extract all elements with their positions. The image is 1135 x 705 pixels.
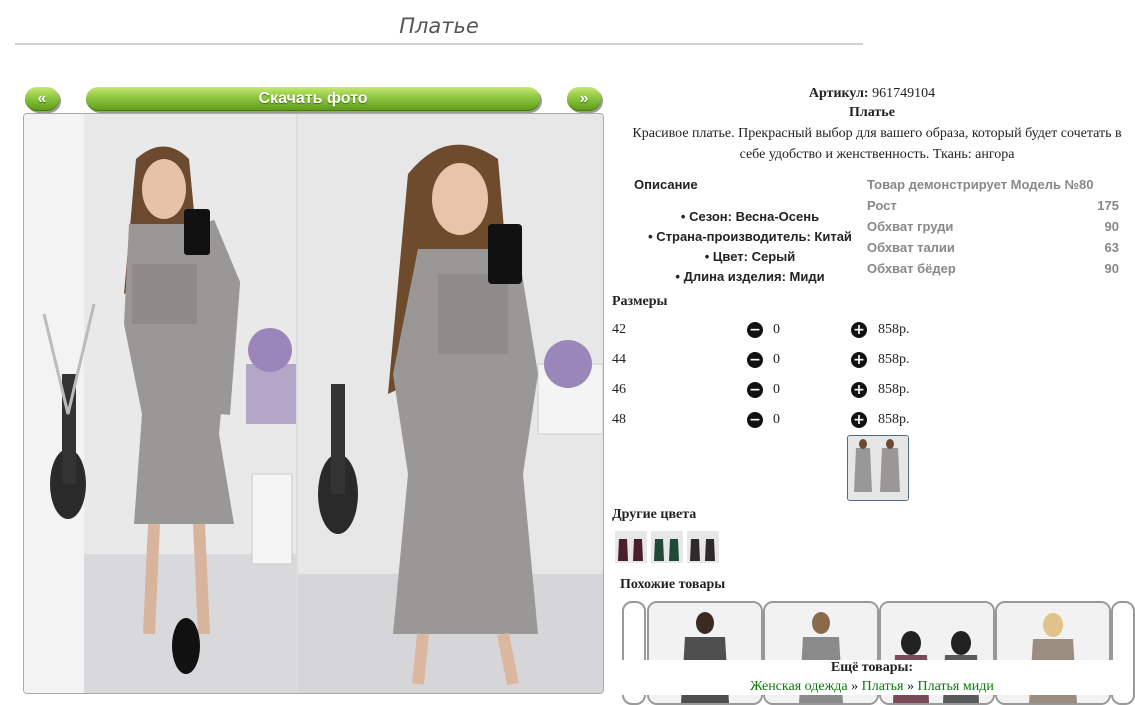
model-row-waist: Обхват талии 63 <box>867 240 1119 255</box>
other-colors-heading: Другие цвета <box>612 507 697 522</box>
breadcrumb-link-midi-dresses[interactable]: Платья миди <box>917 679 993 694</box>
property-color: Цвет: Серый <box>620 247 880 267</box>
color-variant-thumb[interactable] <box>651 531 683 563</box>
size-label: 46 <box>612 382 626 397</box>
plus-icon[interactable]: + <box>851 412 867 428</box>
size-label: 42 <box>612 322 626 337</box>
model-row-bust: Обхват груди 90 <box>867 219 1119 234</box>
product-description: Красивое платье. Прекрасный выбор для ва… <box>632 126 1122 162</box>
minus-icon[interactable]: − <box>747 322 763 338</box>
product-photo-viewer <box>23 113 604 694</box>
size-qty: 0 <box>773 382 780 397</box>
breadcrumb-link-dresses[interactable]: Платья <box>862 679 904 694</box>
size-price: 858р. <box>878 412 910 427</box>
breadcrumb-link-womens-clothing[interactable]: Женская одежда <box>750 679 847 694</box>
color-variant-thumb[interactable] <box>687 531 719 563</box>
sizes-heading: Размеры <box>612 294 668 309</box>
size-row-42: 42 − 0 + 858р. <box>612 320 932 340</box>
minus-icon[interactable]: − <box>747 382 763 398</box>
article-label: Артикул: <box>808 86 869 101</box>
size-label: 48 <box>612 412 626 427</box>
size-qty: 0 <box>773 322 780 337</box>
size-row-46: 46 − 0 + 858р. <box>612 380 932 400</box>
product-name: Платье <box>849 105 895 120</box>
page-title: Платье <box>15 12 863 45</box>
similar-products-heading: Похожие товары <box>620 577 726 592</box>
minus-icon[interactable]: − <box>747 352 763 368</box>
breadcrumb-separator: » <box>906 679 914 694</box>
model-row-height: Рост 175 <box>867 198 1119 213</box>
property-season: Сезон: Весна-Осень <box>620 207 880 227</box>
article-line: Артикул: 961749104 <box>612 84 1132 104</box>
size-label: 44 <box>612 352 626 367</box>
size-qty: 0 <box>773 412 780 427</box>
download-photo-button[interactable]: Скачать фото <box>86 87 540 111</box>
minus-icon[interactable]: − <box>747 412 763 428</box>
prev-photo-button[interactable]: « <box>25 87 59 111</box>
product-photo-side <box>298 114 603 693</box>
size-row-48: 48 − 0 + 858р. <box>612 410 932 430</box>
description-heading: Описание <box>634 177 698 192</box>
product-properties: Сезон: Весна-Осень Страна-производитель:… <box>620 207 880 287</box>
size-qty: 0 <box>773 352 780 367</box>
property-length: Длина изделия: Миди <box>620 267 880 287</box>
product-photo-front <box>24 114 296 693</box>
article-number: 961749104 <box>872 86 936 101</box>
size-price: 858р. <box>878 382 910 397</box>
size-price: 858р. <box>878 352 910 367</box>
size-row-44: 44 − 0 + 858р. <box>612 350 932 370</box>
plus-icon[interactable]: + <box>851 382 867 398</box>
breadcrumb: Женская одежда » Платья » Платья миди <box>612 679 1132 695</box>
color-variant-thumb[interactable] <box>615 531 647 563</box>
next-photo-button[interactable]: » <box>567 87 601 111</box>
model-heading: Товар демонстрирует Модель №80 <box>867 177 1094 192</box>
plus-icon[interactable]: + <box>851 352 867 368</box>
model-measurements: Товар демонстрирует Модель №80 Рост 175 О… <box>867 175 1119 280</box>
plus-icon[interactable]: + <box>851 322 867 338</box>
model-row-hips: Обхват бёдер 90 <box>867 261 1119 276</box>
size-price: 858р. <box>878 322 910 337</box>
product-thumbnail[interactable] <box>847 435 909 501</box>
breadcrumb-separator: » <box>851 679 859 694</box>
property-country: Страна-производитель: Китай <box>620 227 880 247</box>
